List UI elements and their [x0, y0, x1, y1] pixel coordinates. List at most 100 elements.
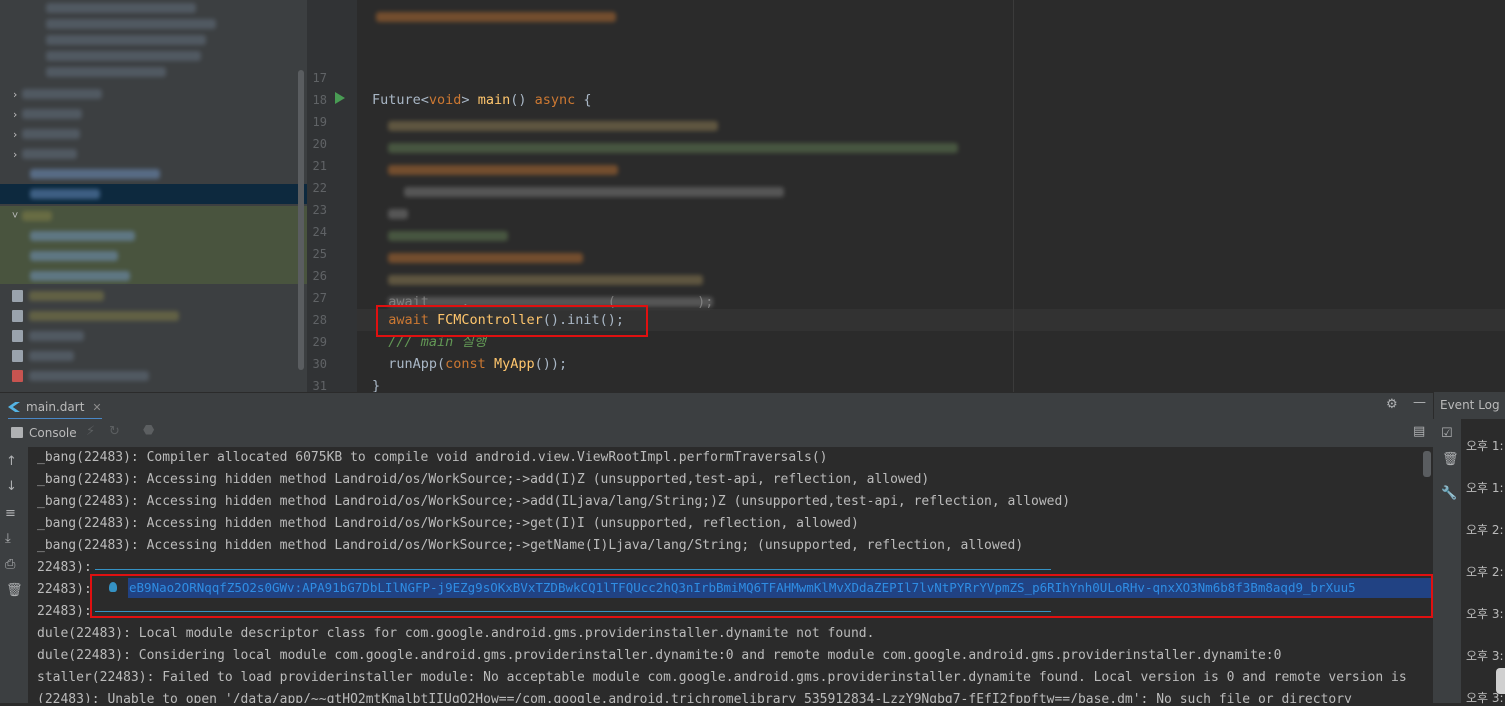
line-number: 28: [312, 313, 327, 327]
chevron-right-icon[interactable]: ›: [8, 108, 22, 121]
event-log-entry[interactable]: 오후 2:: [1466, 563, 1504, 580]
event-log-entry[interactable]: 오후 3:: [1466, 605, 1504, 622]
line-number: 26: [312, 269, 327, 283]
tree-file[interactable]: [12, 306, 179, 326]
run-tool-window-header: [0, 392, 1433, 420]
blurred-code: [388, 160, 618, 179]
code-token: ());: [534, 356, 568, 372]
tree-file[interactable]: [12, 346, 74, 366]
line-number: 27: [312, 291, 327, 305]
line-number: 24: [312, 225, 327, 239]
gear-icon[interactable]: ⚙: [1386, 398, 1398, 412]
code-line[interactable]: Future<void> main() async {: [372, 89, 592, 111]
console-line: _bang(22483): Accessing hidden method La…: [37, 516, 859, 531]
stop-icon[interactable]: ⬣: [143, 424, 154, 438]
blurred-code: [388, 204, 408, 223]
minimize-icon[interactable]: —: [1413, 396, 1426, 410]
tree-folder[interactable]: ›: [8, 144, 77, 164]
console-icon: [11, 427, 23, 438]
layout-icon[interactable]: ▤: [1413, 425, 1425, 439]
arrow-down-icon[interactable]: ↓: [6, 480, 17, 494]
event-log-badge[interactable]: [1496, 668, 1505, 694]
code-line[interactable]: runApp(const MyApp());: [372, 353, 567, 375]
line-number: 20: [312, 137, 327, 151]
event-log-entry[interactable]: 오후 1:: [1466, 437, 1504, 454]
tree-file[interactable]: [12, 326, 84, 346]
code-token: async: [534, 92, 576, 108]
mark-read-icon[interactable]: ☑: [1441, 427, 1453, 441]
console-scrollbar[interactable]: [1423, 451, 1431, 477]
tree-row[interactable]: [30, 184, 100, 204]
console-line: 22483):: [37, 604, 92, 619]
event-log-entry[interactable]: 오후 2:: [1466, 521, 1504, 538]
separator-line: [95, 569, 1051, 570]
code-token: {: [575, 92, 592, 108]
tree-folder[interactable]: ˅: [8, 206, 52, 226]
console-line: dule(22483): Considering local module co…: [37, 648, 1282, 663]
tab-label: main.dart: [26, 400, 85, 414]
line-number: 30: [312, 357, 327, 371]
tree-row[interactable]: [30, 226, 135, 246]
console-line: dule(22483): Local module descriptor cla…: [37, 626, 875, 641]
file-icon: [12, 330, 23, 342]
arrow-up-icon[interactable]: ↑: [6, 455, 17, 469]
tab-main-dart[interactable]: main.dart ✕: [8, 396, 102, 420]
tree-folder[interactable]: ›: [8, 124, 80, 144]
line-number: 19: [312, 115, 327, 129]
console-line: _bang(22483): Compiler allocated 6075KB …: [37, 450, 828, 465]
tree-row[interactable]: [30, 164, 160, 184]
blurred-code: [388, 248, 583, 267]
blurred-code: [388, 226, 508, 245]
tree-folder[interactable]: ›: [8, 104, 82, 124]
code-token: (): [510, 92, 535, 108]
tree-row[interactable]: [46, 62, 166, 82]
line-number: 18: [312, 93, 327, 107]
blurred-code: [388, 270, 703, 289]
dart-icon: [8, 402, 20, 412]
tree-folder[interactable]: ›: [8, 84, 102, 104]
code-token: runApp(: [372, 356, 446, 372]
event-log-entry[interactable]: 오후 1:: [1466, 479, 1504, 496]
event-log-entry[interactable]: 오후 3:: [1466, 647, 1504, 664]
restart-icon[interactable]: ↻: [109, 425, 120, 439]
chevron-down-icon[interactable]: ˅: [8, 209, 22, 223]
chevron-right-icon[interactable]: ›: [8, 128, 22, 141]
console-tab[interactable]: Console: [29, 426, 77, 440]
console-line: (22483): Unable to open '/data/app/~~qtH…: [37, 692, 1352, 703]
file-icon: [12, 350, 23, 362]
tree-file[interactable]: [12, 366, 149, 386]
lightning-icon[interactable]: ⚡: [86, 425, 95, 439]
code-token: Future<: [372, 92, 429, 108]
trash-icon[interactable]: 🗑: [1442, 453, 1459, 467]
console-line: _bang(22483): Accessing hidden method La…: [37, 472, 930, 487]
print-icon[interactable]: ⎙: [5, 558, 15, 572]
line-number: 25: [312, 247, 327, 261]
tree-scrollbar[interactable]: [298, 70, 304, 370]
scroll-to-end-icon[interactable]: ⤓: [5, 532, 11, 546]
line-numbers: 17 18 19 20 21 22 23 24 25 26 27 28 29 30 31: [307, 0, 357, 393]
close-icon[interactable]: ✕: [92, 401, 101, 414]
blurred-code: [404, 182, 784, 201]
wrench-icon[interactable]: 🔧: [1441, 487, 1457, 501]
chevron-right-icon[interactable]: ›: [8, 88, 22, 101]
project-tree[interactable]: › › › › ˅: [0, 0, 307, 392]
console-line: 22483):: [37, 582, 92, 597]
soft-wrap-icon[interactable]: ≡: [5, 507, 16, 521]
tree-file[interactable]: [12, 286, 104, 306]
chevron-right-icon[interactable]: ›: [8, 148, 22, 161]
code-token: main: [477, 92, 511, 108]
tree-row[interactable]: [30, 266, 130, 286]
line-number: 22: [312, 181, 327, 195]
event-log-title[interactable]: Event Log: [1440, 398, 1500, 412]
console-line: 22483):: [37, 560, 92, 575]
console-line: staller(22483): Failed to load provideri…: [37, 670, 1407, 685]
tree-row[interactable]: [30, 246, 118, 266]
file-icon: [12, 310, 23, 322]
line-number: 29: [312, 335, 327, 349]
trash-icon[interactable]: 🗑: [6, 584, 23, 598]
run-gutter-icon[interactable]: [335, 92, 345, 104]
highlight-box-token: [90, 574, 1433, 618]
yaml-file-icon: [12, 370, 23, 382]
line-number: 17: [312, 71, 327, 85]
